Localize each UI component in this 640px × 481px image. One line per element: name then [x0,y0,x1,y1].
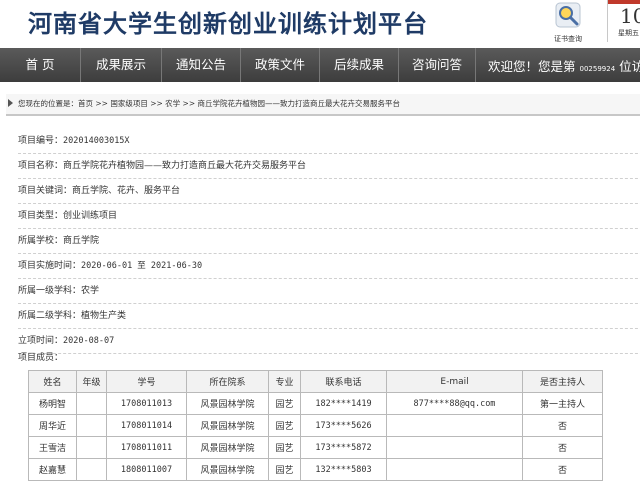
member-major: 园艺 [268,414,301,437]
member-department: 风景园林学院 [186,392,269,415]
visitor-number: 00259924 [579,64,616,73]
table-row: 王雪洁 1708011011 风景园林学院 园艺 173****5872 否 [28,436,603,459]
calendar-weekday: 星期五 [618,29,639,37]
col-name: 姓名 [28,370,77,393]
member-department: 风景园林学院 [186,414,269,437]
col-department: 所在院系 [186,370,269,393]
member-department: 风景园林学院 [186,458,269,481]
detail-label: 立项时间： [18,336,64,346]
member-phone: 173****5872 [300,436,387,459]
detail-row: 所属二级学科：植物生产类 [18,304,640,329]
detail-row: 所属一级学科：农学 [18,279,640,304]
detail-row: 项目名称：商丘学院花卉植物园——致力打造商丘最大花卉交易服务平台 [18,154,640,179]
detail-label: 所属二级学科： [18,311,82,321]
member-email [386,458,523,481]
detail-label: 项目实施时间： [18,261,82,271]
member-is-host: 第一主持人 [522,392,603,415]
member-is-host: 否 [522,458,603,481]
visitor-counter: 欢迎您！您是第 00259924 位访 [476,56,640,75]
member-is-host: 否 [522,414,603,437]
certificate-query-button[interactable]: 证书查询 [543,0,593,43]
detail-label: 项目编号： [18,136,64,146]
member-student-id: 1708011014 [106,414,187,437]
member-student-id: 1708011013 [106,392,187,415]
detail-value: 商丘学院、花卉、服务平台 [72,186,181,196]
table-row: 赵嘉慧 1808011007 风景园林学院 园艺 132****5803 否 [28,458,603,481]
detail-label: 所属一级学科： [18,286,82,296]
member-grade [76,392,107,415]
col-is-host: 是否主持人 [522,370,603,393]
table-row: 周华近 1708011014 风景园林学院 园艺 173****5626 否 [28,414,603,437]
member-name: 赵嘉慧 [28,458,77,481]
detail-value: 2020-08-07 [63,336,115,346]
member-email [386,436,523,459]
project-details: 项目编号：202014003015X 项目名称：商丘学院花卉植物园——致力打造商丘… [18,129,640,354]
nav-notices[interactable]: 通知公告 [162,48,241,82]
detail-row: 项目编号：202014003015X [18,129,640,154]
detail-row: 所属学校：商丘学院 [18,229,640,254]
member-student-id: 1808011007 [106,458,187,481]
detail-row: 项目类型：创业训练项目 [18,204,640,229]
member-student-id: 1708011011 [106,436,187,459]
member-email [386,414,523,437]
members-header-row: 姓名 年级 学号 所在院系 专业 联系电话 E-mail 是否主持人 [28,370,603,393]
breadcrumb-text[interactable]: 您现在的位置是：首页 >> 国家级项目 >> 农学 >> 商丘学院花卉植物园——… [18,98,400,109]
detail-label: 所属学校： [18,236,64,246]
col-email: E-mail [386,370,523,393]
member-major: 园艺 [268,458,301,481]
detail-row: 项目关键词：商丘学院、花卉、服务平台 [18,179,640,204]
detail-row: 立项时间：2020-08-07 [18,329,640,354]
table-row: 杨明智 1708011013 风景园林学院 园艺 182****1419 877****8… [28,392,603,415]
member-phone: 182****1419 [300,392,387,415]
member-major: 园艺 [268,436,301,459]
detail-value: 商丘学院花卉植物园——致力打造商丘最大花卉交易服务平台 [63,161,307,171]
col-grade: 年级 [76,370,107,393]
members-label: 项目成员： [18,353,64,363]
col-student-id: 学号 [106,370,187,393]
welcome-tail: 位访 [619,58,640,74]
nav-policies[interactable]: 政策文件 [241,48,320,82]
triangle-marker-icon [8,99,13,107]
site-title: 河南省大学生创新创业训练计划平台 [28,10,428,38]
members-table: 姓名 年级 学号 所在院系 专业 联系电话 E-mail 是否主持人 杨明智 17… [28,370,603,481]
col-phone: 联系电话 [300,370,387,393]
member-email: 877****88@qq.com [386,392,523,415]
member-grade [76,436,107,459]
member-department: 风景园林学院 [186,436,269,459]
certificate-query-label: 证书查询 [554,35,582,43]
nav-achievements[interactable]: 成果展示 [81,48,162,82]
member-major: 园艺 [268,392,301,415]
calendar-day: 10 [620,4,640,28]
detail-value: 植物生产类 [81,311,127,321]
detail-label: 项目名称： [18,161,64,171]
detail-value: 202014003015X [63,136,130,146]
detail-value: 创业训练项目 [63,211,118,221]
detail-row: 项目实施时间：2020-06-01 至 2021-06-30 [18,254,640,279]
member-name: 杨明智 [28,392,77,415]
nav-qa[interactable]: 咨询问答 [399,48,476,82]
detail-value: 商丘学院 [63,236,100,246]
member-name: 周华近 [28,414,77,437]
nav-follow-up[interactable]: 后续成果 [320,48,399,82]
detail-value: 2020-06-01 至 2021-06-30 [81,261,203,271]
member-grade [76,458,107,481]
member-phone: 173****5626 [300,414,387,437]
col-major: 专业 [268,370,301,393]
welcome-text: 欢迎您！您是第 [488,58,576,74]
calendar-widget: 10 星期五 [607,0,640,42]
breadcrumb: 您现在的位置是：首页 >> 国家级项目 >> 农学 >> 商丘学院花卉植物园——… [6,94,640,116]
magnifier-icon [555,2,581,28]
member-phone: 132****5803 [300,458,387,481]
detail-value: 农学 [81,286,100,296]
member-is-host: 否 [522,436,603,459]
member-grade [76,414,107,437]
detail-label: 项目关键词： [18,186,73,196]
main-nav: 首 页 成果展示 通知公告 政策文件 后续成果 咨询问答 欢迎您！您是第 0025… [0,48,640,82]
nav-home[interactable]: 首 页 [0,48,81,82]
site-header: 河南省大学生创新创业训练计划平台 证书查询 10 星期五 [0,0,640,48]
member-name: 王雪洁 [28,436,77,459]
detail-label: 项目类型： [18,211,64,221]
